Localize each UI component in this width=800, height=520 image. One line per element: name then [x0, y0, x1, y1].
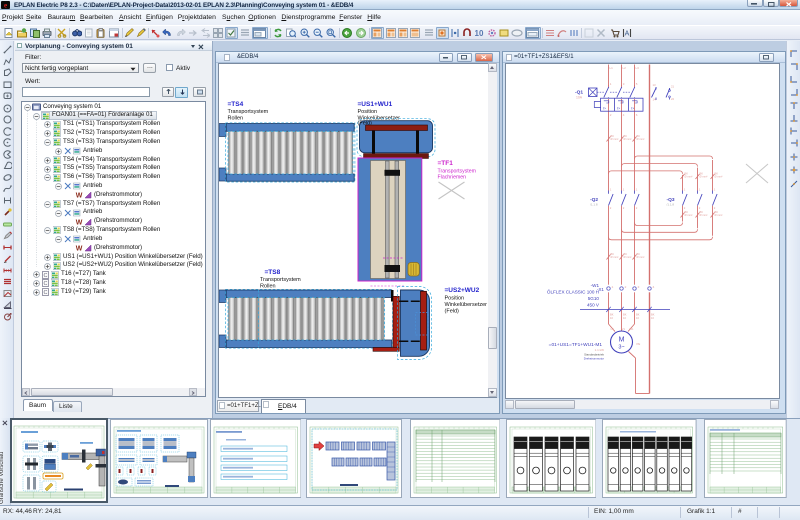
- svg-text:Rollen: Rollen: [227, 116, 243, 122]
- svg-text:13: 13: [653, 83, 657, 87]
- svg-text:3~: 3~: [618, 345, 624, 351]
- svg-text:=US1+WU1: =US1+WU1: [357, 101, 392, 108]
- svg-text:2: 2: [623, 206, 625, 210]
- svg-text:Ø mm²: Ø mm²: [700, 213, 708, 217]
- svg-text:Ø mm²: Ø mm²: [715, 175, 723, 179]
- svg-text:Ø mm²: Ø mm²: [637, 255, 645, 259]
- svg-text:W: W: [76, 246, 83, 253]
- svg-text:W: W: [76, 193, 83, 200]
- svg-text:BK: BK: [637, 134, 641, 138]
- svg-text:3: 3: [623, 82, 625, 86]
- svg-text:5G10: 5G10: [588, 296, 600, 301]
- svg-text:A: A: [625, 31, 630, 38]
- svg-text:2: 2: [610, 206, 612, 210]
- svg-text:BK: BK: [611, 134, 615, 138]
- svg-text:=TS4: =TS4: [227, 101, 243, 108]
- svg-text:L1: L1: [610, 66, 614, 70]
- svg-text:22: 22: [671, 97, 675, 101]
- svg-text::4: :4: [652, 285, 655, 289]
- svg-text:/1.1.8: /1.1.8: [667, 203, 675, 207]
- svg-text:Ø mm²: Ø mm²: [715, 213, 723, 217]
- svg-text:2: 2: [610, 113, 612, 117]
- svg-text:Position: Position: [444, 296, 464, 302]
- svg-text:10: 10: [475, 29, 484, 38]
- svg-text:Ø mm²: Ø mm²: [700, 175, 708, 179]
- svg-text:V1: V1: [622, 327, 626, 331]
- svg-text:-X1: -X1: [597, 287, 604, 292]
- svg-text:450 V: 450 V: [587, 303, 600, 308]
- svg-text:2: 2: [714, 206, 716, 210]
- svg-text:Ø mm²: Ø mm²: [611, 255, 619, 259]
- svg-text:e: e: [4, 2, 7, 10]
- svg-text:Ø mm²: Ø mm²: [685, 213, 693, 217]
- svg-text::1: :1: [611, 285, 614, 289]
- svg-text:C: C: [44, 273, 48, 279]
- svg-text:I>: I>: [617, 107, 620, 111]
- svg-text:L3: L3: [636, 66, 640, 70]
- svg-text:21: 21: [671, 85, 675, 89]
- svg-text:Transportsystem: Transportsystem: [227, 109, 268, 115]
- svg-text:=TS8: =TS8: [264, 269, 280, 276]
- svg-text:Winkelübersetzer: Winkelübersetzer: [444, 302, 487, 308]
- svg-text:BK: BK: [700, 210, 704, 214]
- svg-text:ÖLFLEX CLASSIC 100 H: ÖLFLEX CLASSIC 100 H: [547, 289, 599, 295]
- svg-text:Ø mm²: Ø mm²: [624, 255, 632, 259]
- svg-text:BK: BK: [715, 210, 719, 214]
- svg-text:Ø mm²: Ø mm²: [637, 137, 645, 141]
- svg-text:Transportsystem: Transportsystem: [260, 277, 301, 283]
- svg-text:BK: BK: [611, 252, 615, 256]
- svg-text:2: 2: [699, 206, 701, 210]
- svg-text:1.1 kW: 1.1 kW: [595, 348, 605, 352]
- svg-text:10A: 10A: [576, 96, 583, 100]
- svg-text:W: W: [76, 219, 83, 226]
- svg-text:Ø mm²: Ø mm²: [624, 137, 632, 141]
- svg-text:6: 6: [636, 113, 638, 117]
- svg-text:BK: BK: [685, 210, 689, 214]
- svg-text::2: :2: [624, 285, 627, 289]
- svg-text:BK: BK: [685, 171, 689, 175]
- svg-text:BK: BK: [624, 134, 628, 138]
- svg-text:14: 14: [653, 98, 657, 102]
- svg-text:=TF1: =TF1: [437, 160, 453, 167]
- svg-text:Drehstrommotor: Drehstrommotor: [584, 357, 604, 361]
- svg-text:Ø mm²: Ø mm²: [685, 175, 693, 179]
- svg-text:/1.1.8: /1.1.8: [590, 203, 598, 207]
- svg-text:BK: BK: [637, 252, 641, 256]
- svg-text:W1: W1: [630, 327, 634, 331]
- svg-text:C: C: [44, 281, 48, 287]
- svg-text:Position: Position: [357, 109, 377, 115]
- svg-text:1: 1: [610, 82, 612, 86]
- svg-text:Flachriemen: Flachriemen: [437, 175, 466, 181]
- svg-text:U1: U1: [611, 327, 615, 331]
- svg-text:I>: I>: [631, 107, 634, 111]
- svg-text:Rollen: Rollen: [260, 284, 276, 290]
- svg-text:C: C: [44, 290, 48, 296]
- svg-text:(Feld): (Feld): [444, 309, 459, 315]
- svg-text:PE: PE: [637, 342, 641, 346]
- svg-text:5: 5: [636, 82, 638, 86]
- svg-text:=US2+WU2: =US2+WU2: [444, 287, 479, 294]
- svg-text::3: :3: [637, 285, 640, 289]
- svg-text:BK: BK: [700, 171, 704, 175]
- svg-text:BK: BK: [624, 252, 628, 256]
- svg-text:BK: BK: [715, 171, 719, 175]
- svg-text:2: 2: [684, 206, 686, 210]
- svg-text:4: 4: [623, 113, 625, 117]
- svg-text:2: 2: [636, 206, 638, 210]
- svg-text:I>: I>: [603, 107, 606, 111]
- svg-text:Ø mm²: Ø mm²: [611, 137, 619, 141]
- svg-text:M: M: [619, 337, 625, 344]
- svg-text:L2: L2: [623, 66, 627, 70]
